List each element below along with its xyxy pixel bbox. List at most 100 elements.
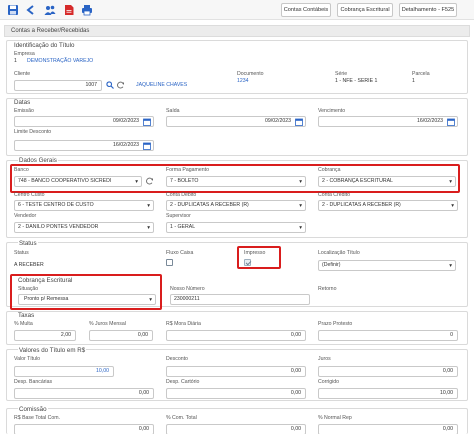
vendedor-label: Vendedor: [14, 213, 37, 219]
normal-rep-input[interactable]: 0,00: [318, 424, 458, 434]
corrigido-value: 10,00: [440, 390, 453, 396]
localizacao-select[interactable]: (Definir) ▾: [318, 260, 456, 271]
dados-gerais-title: Dados Gerais: [18, 157, 58, 164]
calendar-icon[interactable]: [295, 118, 303, 126]
cliente-label: Cliente: [14, 71, 31, 77]
mora-diaria-value: 0,00: [290, 332, 301, 338]
vendedor-select[interactable]: 2 - DANILO PONTES VENDEDOR ▾: [14, 222, 154, 233]
refresh-icon[interactable]: [146, 177, 154, 185]
com-total-input[interactable]: 0,00: [166, 424, 306, 434]
chevron-down-icon: ▾: [449, 179, 452, 185]
desconto-input[interactable]: 0,00: [166, 366, 306, 377]
print-icon[interactable]: [81, 4, 93, 16]
juros-input[interactable]: 0,00: [318, 366, 458, 377]
status-title: Status: [18, 240, 38, 247]
multa-label: % Multa: [14, 321, 33, 327]
despesas-cartorio-label: Desp. Cartório: [166, 379, 200, 385]
fluxo-caixa-label: Fluxo Caixa: [166, 250, 194, 256]
multa-input[interactable]: 2,00: [14, 330, 76, 341]
despesas-bancarias-value: 0,00: [138, 390, 149, 396]
conta-debito-select[interactable]: 2 - DUPLICATAS A RECEBER (R) ▾: [166, 200, 306, 211]
detalhamento-button[interactable]: Detalhamento - F525: [399, 3, 457, 17]
desconto-value: 0,00: [290, 368, 301, 374]
emissao-label: Emissão: [14, 108, 34, 114]
centro-custo-value: 6 - TESTE CENTRO DE CUSTO: [18, 202, 94, 208]
base-total-value: 0,00: [138, 426, 149, 432]
cliente-codigo-input[interactable]: 1007: [14, 80, 102, 91]
conta-debito-label: Conta Débito: [166, 192, 197, 198]
status-value: A RECEBER: [14, 262, 44, 268]
save-icon[interactable]: [7, 4, 19, 16]
calendar-icon[interactable]: [143, 142, 151, 150]
documento-label: Documento: [237, 71, 264, 77]
situacao-value: Pronto p/ Remessa: [24, 296, 69, 302]
conta-credito-label: Conta Crédito: [318, 192, 351, 198]
forma-pagamento-select[interactable]: 7 - BOLETO ▾: [166, 176, 306, 187]
valor-titulo-input[interactable]: 10,00: [14, 366, 114, 377]
situacao-select[interactable]: Pronto p/ Remessa ▾: [18, 294, 156, 305]
conta-credito-select[interactable]: 2 - DUPLICATAS A RECEBER (R) ▾: [318, 200, 458, 211]
nosso-numero-input[interactable]: 230000211: [170, 294, 310, 305]
chevron-down-icon: ▾: [299, 203, 302, 209]
vencimento-label: Vencimento: [318, 108, 346, 114]
limite-desconto-input[interactable]: 16/02/2023: [14, 140, 154, 151]
banco-select[interactable]: 748 - BANCO COOPERATIVO SICREDI ▾: [14, 176, 142, 187]
parcela-valor: 1: [412, 78, 415, 84]
datas-title: Datas: [14, 99, 31, 106]
saida-label: Saída: [166, 108, 180, 114]
forma-pagamento-value: 7 - BOLETO: [170, 178, 199, 184]
nosso-numero-label: Nosso Número: [170, 286, 205, 292]
comissao-title: Comissão: [18, 406, 48, 413]
banco-value: 748 - BANCO COOPERATIVO SICREDI: [18, 178, 112, 184]
mora-diaria-input[interactable]: 0,00: [166, 330, 306, 341]
despesas-cartorio-input[interactable]: 0,00: [166, 388, 306, 399]
prazo-protesto-label: Prazo Protesto: [318, 321, 353, 327]
centro-custo-select[interactable]: 6 - TESTE CENTRO DE CUSTO ▾: [14, 200, 154, 211]
mora-diaria-label: R$ Mora Diária: [166, 321, 201, 327]
conta-debito-value: 2 - DUPLICATAS A RECEBER (R): [170, 202, 249, 208]
chevron-down-icon: ▾: [451, 203, 454, 209]
juros-value: 0,00: [442, 368, 453, 374]
juros-mensal-input[interactable]: 0,00: [89, 330, 153, 341]
chevron-down-icon: ▾: [299, 225, 302, 231]
refresh-icon[interactable]: [117, 81, 125, 89]
prazo-protesto-input[interactable]: 0: [318, 330, 458, 341]
corrigido-input[interactable]: 10,00: [318, 388, 458, 399]
documento-valor[interactable]: 1234: [237, 78, 249, 84]
supervisor-value: 1 - GERAL: [170, 224, 196, 230]
saida-input[interactable]: 09/02/2023: [166, 116, 306, 127]
cobranca-select[interactable]: 2 - COBRANÇA ESCRITURAL ▾: [318, 176, 456, 187]
supervisor-select[interactable]: 1 - GERAL ▾: [166, 222, 306, 233]
calendar-icon[interactable]: [447, 118, 455, 126]
cliente-nome[interactable]: JAQUELINE CHAVES: [136, 82, 187, 88]
pdf-icon[interactable]: [63, 4, 75, 16]
centro-custo-label: Centro Custo: [14, 192, 45, 198]
impresso-checkbox[interactable]: [244, 259, 251, 266]
corrigido-label: Corrigido: [318, 379, 340, 385]
calendar-icon[interactable]: [143, 118, 151, 126]
users-icon[interactable]: [44, 4, 56, 16]
limite-desconto-label: Limite Desconto: [14, 129, 52, 135]
fluxo-caixa-checkbox[interactable]: [166, 259, 173, 266]
base-total-input[interactable]: 0,00: [14, 424, 154, 434]
back-arrow-icon[interactable]: [25, 4, 37, 16]
emissao-input[interactable]: 09/02/2023: [14, 116, 154, 127]
empresa-nome[interactable]: DEMONSTRAÇÃO VAREJO: [27, 58, 93, 64]
base-total-label: R$ Base Total Com.: [14, 415, 61, 421]
valores-title: Valores do Título em R$: [18, 347, 87, 354]
forma-pagamento-label: Forma Pagamento: [166, 167, 209, 173]
emissao-value: 09/02/2023: [113, 118, 139, 124]
vencimento-input[interactable]: 16/02/2023: [318, 116, 458, 127]
com-total-value: 0,00: [290, 426, 301, 432]
chevron-down-icon: ▾: [149, 297, 152, 303]
vendedor-value: 2 - DANILO PONTES VENDEDOR: [18, 224, 99, 230]
cobranca-label: Cobrança: [318, 167, 341, 173]
status-label: Status: [14, 250, 29, 256]
cobranca-escritural-button[interactable]: Cobrança Escritural: [337, 3, 393, 17]
contas-contabeis-button[interactable]: Contas Contábeis: [281, 3, 331, 17]
normal-rep-value: 0,00: [442, 426, 453, 432]
cliente-codigo-value: 1007: [85, 82, 97, 88]
juros-mensal-label: % Juros Mensal: [89, 321, 126, 327]
search-icon[interactable]: [106, 81, 114, 89]
despesas-bancarias-input[interactable]: 0,00: [14, 388, 154, 399]
